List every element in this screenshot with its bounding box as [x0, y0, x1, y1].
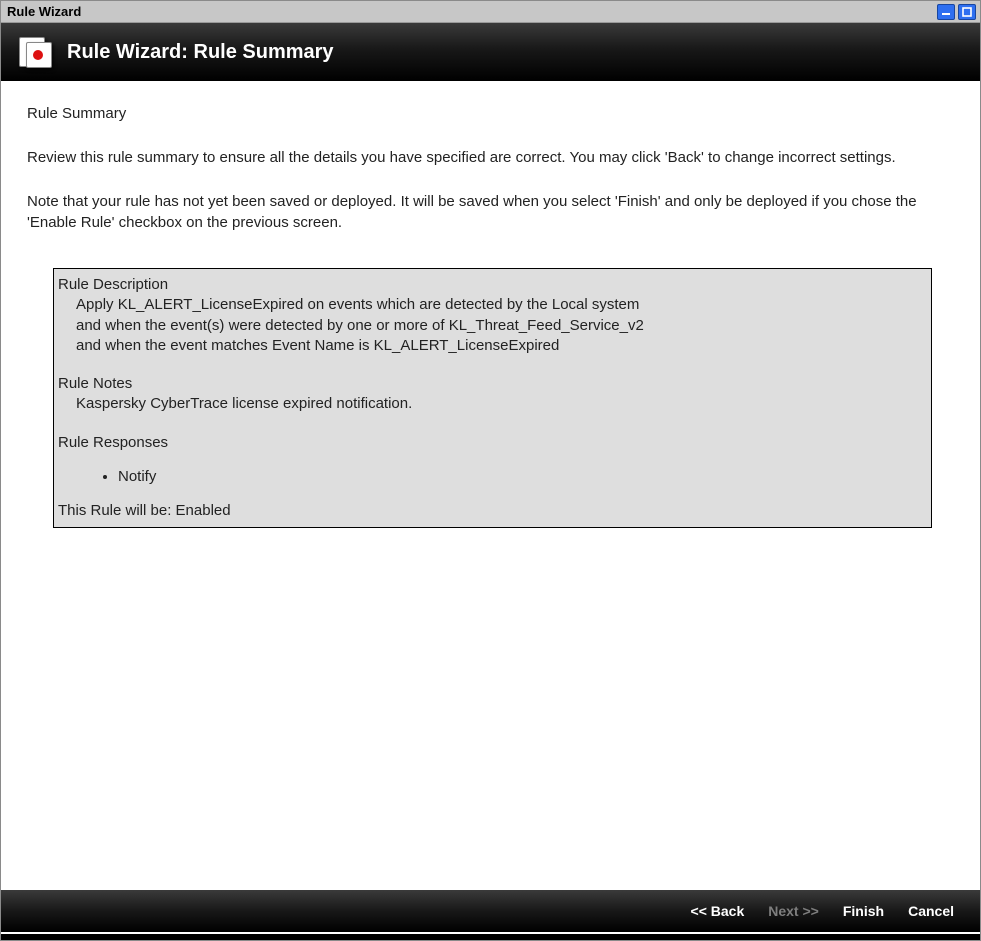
rule-responses-list: Notify [118, 467, 923, 487]
rule-responses-label: Rule Responses [58, 433, 923, 453]
wizard-icon [19, 37, 55, 67]
cancel-button[interactable]: Cancel [908, 903, 954, 919]
rule-notes-text: Kaspersky CyberTrace license expired not… [58, 394, 923, 414]
back-button[interactable]: << Back [691, 903, 745, 919]
rule-description-line: and when the event(s) were detected by o… [58, 316, 923, 336]
window-title: Rule Wizard [7, 4, 81, 19]
rule-status-text: This Rule will be: Enabled [58, 501, 923, 521]
rule-summary-box: Rule Description Apply KL_ALERT_LicenseE… [53, 268, 932, 528]
wizard-content: Rule Summary Review this rule summary to… [1, 81, 980, 890]
minimize-icon [941, 7, 951, 17]
window-controls [937, 4, 976, 20]
wizard-title: Rule Wizard: Rule Summary [67, 41, 334, 64]
rule-notes-label: Rule Notes [58, 374, 923, 394]
maximize-icon [962, 7, 972, 17]
rule-description-line: and when the event matches Event Name is… [58, 336, 923, 356]
rule-response-item: Notify [118, 467, 923, 487]
wizard-banner: Rule Wizard: Rule Summary [1, 23, 980, 81]
page-heading: Rule Summary [27, 103, 956, 125]
wizard-footer: << Back Next >> Finish Cancel [1, 890, 980, 932]
next-button: Next >> [768, 903, 819, 919]
maximize-button[interactable] [958, 4, 976, 20]
intro-text: Review this rule summary to ensure all t… [27, 147, 956, 169]
bottom-strip [1, 932, 980, 940]
finish-button[interactable]: Finish [843, 903, 884, 919]
minimize-button[interactable] [937, 4, 955, 20]
titlebar: Rule Wizard [1, 1, 980, 23]
rule-description-label: Rule Description [58, 275, 923, 295]
note-text: Note that your rule has not yet been sav… [27, 191, 956, 235]
rule-wizard-window: Rule Wizard Rule Wizard: Rule Summary Ru… [0, 0, 981, 941]
rule-description-line: Apply KL_ALERT_LicenseExpired on events … [58, 295, 923, 315]
